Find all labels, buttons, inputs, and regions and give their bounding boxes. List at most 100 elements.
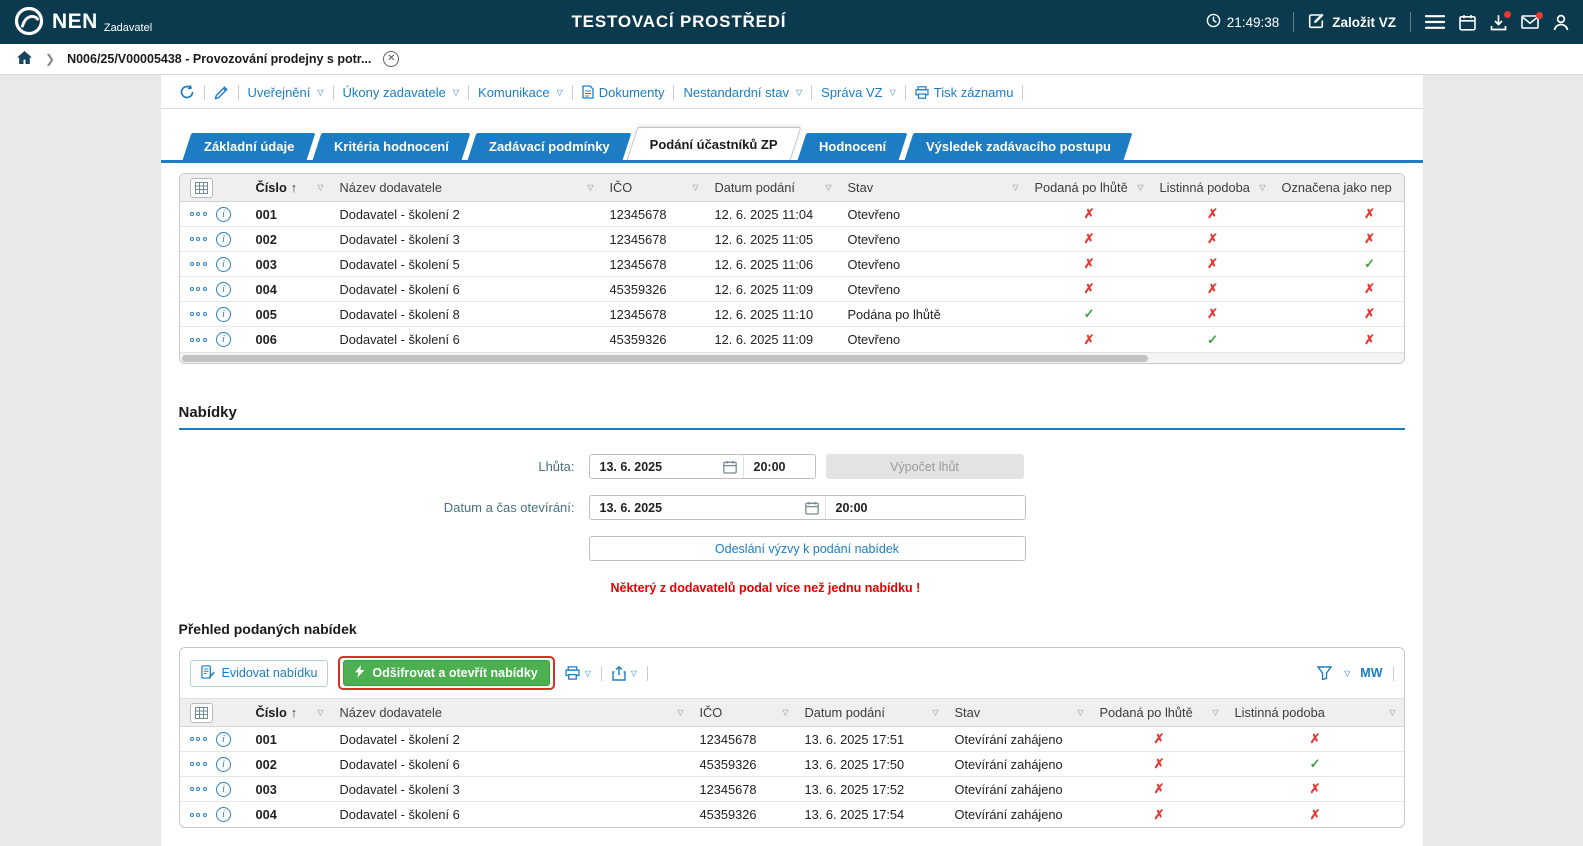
- tab-podani-ucastniku-zp[interactable]: Podání účastníků ZP: [627, 127, 802, 160]
- row-info-icon[interactable]: i: [216, 782, 231, 797]
- row-info-icon[interactable]: i: [216, 282, 231, 297]
- column-chooser-button[interactable]: [190, 703, 213, 723]
- column-filter-icon[interactable]: ▽: [1008, 183, 1018, 192]
- offers-row[interactable]: i004Dodavatel - školení 64535932613. 6. …: [180, 802, 1404, 827]
- column-header-podana-po-lhute[interactable]: Podaná po lhůtě▽: [1092, 699, 1227, 726]
- row-info-icon[interactable]: i: [216, 257, 231, 272]
- row-info-icon[interactable]: i: [216, 807, 231, 822]
- column-filter-icon[interactable]: ▽: [778, 708, 788, 717]
- lhuta-time-value[interactable]: 20:00: [743, 455, 815, 478]
- nen-logo[interactable]: NEN Zadavatel: [14, 6, 152, 39]
- column-filter-icon[interactable]: ▽: [583, 183, 593, 192]
- toolbar-item-dokumenty[interactable]: Dokumenty: [582, 85, 665, 100]
- tab-hodnoceni[interactable]: Hodnocení: [798, 133, 908, 160]
- tab-zadavaci-podminky[interactable]: Zadávací podmínky: [467, 133, 630, 160]
- vypocet-lhut-button[interactable]: Výpočet lhůt: [826, 454, 1024, 479]
- column-header-stav[interactable]: Stav▽: [947, 699, 1092, 726]
- toolbar-item-tisk-zaznamu[interactable]: Tisk záznamu: [915, 85, 1014, 100]
- print-table-button[interactable]: ▽: [565, 666, 591, 680]
- toolbar-item-komunikace[interactable]: Komunikace▽: [478, 85, 563, 100]
- home-icon[interactable]: [16, 50, 33, 68]
- close-record-icon[interactable]: ✕: [383, 51, 399, 67]
- evidovat-nabidku-button[interactable]: Evidovat nabídku: [190, 660, 329, 687]
- column-header-ico[interactable]: IČO▽: [692, 699, 797, 726]
- column-filter-icon[interactable]: ▽: [313, 708, 323, 717]
- otevirani-datetime-input[interactable]: 13. 6. 2025 20:00: [589, 495, 1026, 520]
- downloads-icon[interactable]: [1490, 14, 1507, 31]
- column-filter-icon[interactable]: ▽: [1073, 708, 1083, 717]
- edit-icon[interactable]: [214, 85, 229, 100]
- filter-preset-label[interactable]: MW: [1360, 666, 1382, 680]
- scrollbar-thumb[interactable]: [182, 355, 1149, 362]
- row-info-icon[interactable]: i: [216, 732, 231, 747]
- column-filter-icon[interactable]: ▽: [1385, 708, 1395, 717]
- otevirani-date-value[interactable]: 13. 6. 2025: [590, 501, 805, 515]
- column-header-nazev-dodavatele[interactable]: Název dodavatele▽: [332, 699, 692, 726]
- column-header-stav[interactable]: Stav▽: [840, 174, 1027, 201]
- calendar-icon[interactable]: [1459, 14, 1476, 31]
- tab-zakladni-udaje[interactable]: Základní údaje: [182, 133, 315, 160]
- row-info-icon[interactable]: i: [216, 757, 231, 772]
- offers-row[interactable]: i001Dodavatel - školení 21234567813. 6. …: [180, 727, 1404, 752]
- lhuta-date-value[interactable]: 13. 6. 2025: [590, 460, 723, 474]
- row-info-icon[interactable]: i: [216, 307, 231, 322]
- toolbar-item-sprava-vz[interactable]: Správa VZ▽: [821, 85, 896, 100]
- column-header-cislo[interactable]: Číslo↑▽: [248, 699, 332, 726]
- column-filter-icon[interactable]: ▽: [928, 708, 938, 717]
- column-filter-icon[interactable]: ▽: [821, 183, 831, 192]
- odsifrovat-button[interactable]: Odšifrovat a otevřít nabídky: [343, 660, 549, 686]
- column-header-listinna-podoba[interactable]: Listinná podoba▽: [1227, 699, 1404, 726]
- column-chooser-button[interactable]: [190, 178, 213, 198]
- submissions-row[interactable]: i005Dodavatel - školení 81234567812. 6. …: [180, 302, 1404, 327]
- column-filter-icon[interactable]: ▽: [688, 183, 698, 192]
- submissions-row[interactable]: i003Dodavatel - školení 51234567812. 6. …: [180, 252, 1404, 277]
- otevirani-time-value[interactable]: 20:00: [825, 496, 1025, 519]
- row-info-icon[interactable]: i: [216, 332, 231, 347]
- column-filter-icon[interactable]: ▽: [1208, 708, 1218, 717]
- column-filter-icon[interactable]: ▽: [313, 183, 323, 192]
- toolbar-item-nestandardni-stav[interactable]: Nestandardní stav▽: [683, 85, 802, 100]
- row-menu-icon[interactable]: [190, 787, 210, 791]
- column-header-datum-podani[interactable]: Datum podání▽: [707, 174, 840, 201]
- row-menu-icon[interactable]: [190, 262, 210, 266]
- toolbar-item-uverejneni[interactable]: Uveřejnění▽: [248, 85, 324, 100]
- column-filter-icon[interactable]: ▽: [673, 708, 683, 717]
- tab-vysledek-zadavaciho-postupu[interactable]: Výsledek zadávacího postupu: [905, 133, 1133, 160]
- toolbar-item-ukony-zadavatele[interactable]: Úkony zadavatele▽: [343, 85, 460, 100]
- column-header-listinna-podoba[interactable]: Listinná podoba▽: [1152, 174, 1274, 201]
- column-header-datum-podani[interactable]: Datum podání▽: [797, 699, 947, 726]
- menu-icon[interactable]: [1425, 14, 1445, 30]
- column-header-ico[interactable]: IČO▽: [602, 174, 707, 201]
- odeslani-vyzvy-button[interactable]: Odeslání výzvy k podání nabídek: [589, 536, 1026, 561]
- column-header-oznacena-jako-nep[interactable]: Označena jako nep▽: [1274, 174, 1405, 201]
- horizontal-scrollbar[interactable]: [180, 352, 1404, 363]
- filter-icon[interactable]: [1317, 666, 1332, 680]
- export-table-button[interactable]: ▽: [612, 666, 637, 681]
- chevron-down-icon[interactable]: ▽: [1344, 669, 1350, 678]
- calendar-picker-icon[interactable]: [805, 501, 825, 515]
- column-header-nazev-dodavatele[interactable]: Název dodavatele▽: [332, 174, 602, 201]
- messages-icon[interactable]: [1521, 15, 1539, 29]
- row-menu-icon[interactable]: [190, 287, 210, 291]
- user-icon[interactable]: [1553, 14, 1569, 31]
- offers-row[interactable]: i003Dodavatel - školení 31234567813. 6. …: [180, 777, 1404, 802]
- refresh-icon[interactable]: [179, 84, 195, 100]
- column-filter-icon[interactable]: ▽: [1255, 183, 1265, 192]
- column-header-podana-po-lhute[interactable]: Podaná po lhůtě▽: [1027, 174, 1152, 201]
- tab-kriteria-hodnoceni[interactable]: Kritéria hodnocení: [312, 133, 470, 160]
- row-info-icon[interactable]: i: [216, 232, 231, 247]
- column-header-cislo[interactable]: Číslo↑▽: [248, 174, 332, 201]
- submissions-row[interactable]: i001Dodavatel - školení 21234567812. 6. …: [180, 202, 1404, 227]
- row-menu-icon[interactable]: [190, 737, 210, 741]
- row-menu-icon[interactable]: [190, 237, 210, 241]
- row-menu-icon[interactable]: [190, 212, 210, 216]
- submissions-row[interactable]: i006Dodavatel - školení 64535932612. 6. …: [180, 327, 1404, 352]
- row-menu-icon[interactable]: [190, 813, 210, 817]
- create-vz-button[interactable]: Založit VZ: [1308, 12, 1396, 32]
- submissions-row[interactable]: i002Dodavatel - školení 31234567812. 6. …: [180, 227, 1404, 252]
- submissions-row[interactable]: i004Dodavatel - školení 64535932612. 6. …: [180, 277, 1404, 302]
- row-info-icon[interactable]: i: [216, 207, 231, 222]
- column-filter-icon[interactable]: ▽: [1133, 183, 1143, 192]
- calendar-picker-icon[interactable]: [723, 460, 743, 474]
- row-menu-icon[interactable]: [190, 312, 210, 316]
